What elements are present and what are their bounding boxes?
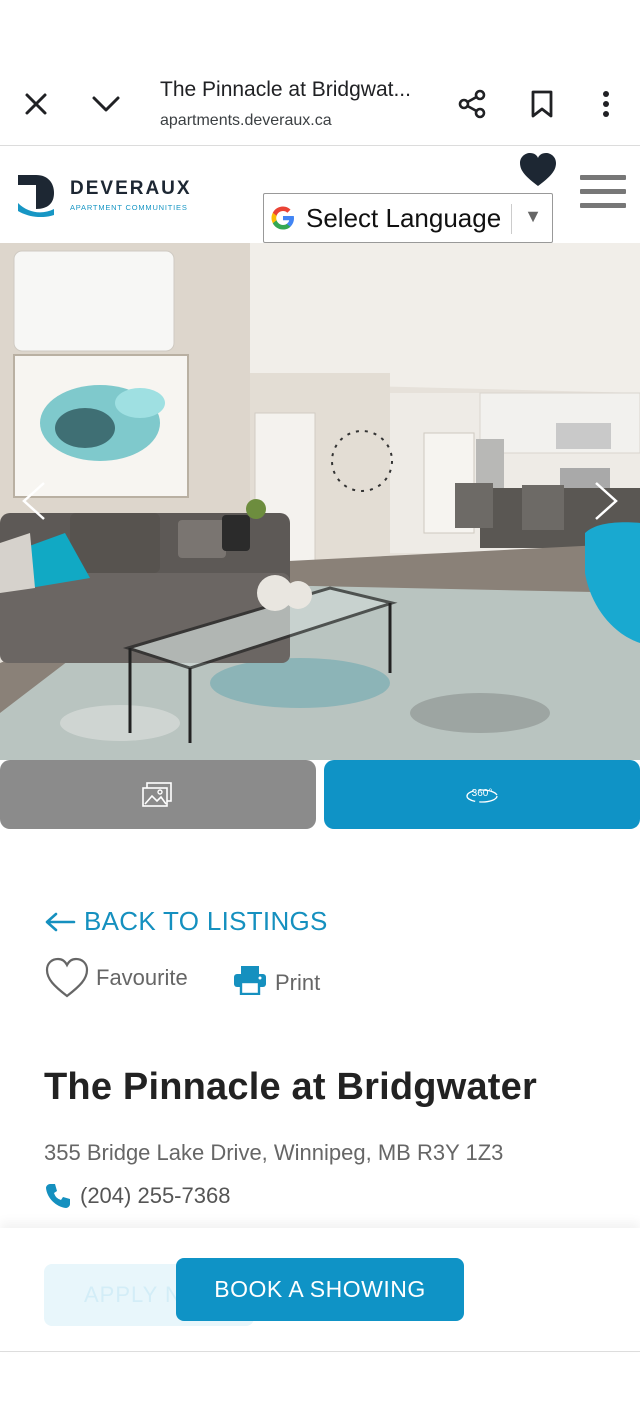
arrow-left-icon	[45, 912, 76, 931]
book-a-showing-button[interactable]: BOOK A SHOWING	[176, 1258, 464, 1321]
print-button[interactable]: Print	[233, 964, 320, 996]
favourites-heart-icon[interactable]	[518, 151, 558, 191]
deveraux-logo[interactable]: DEVERAUX APARTMENT COMMUNITIES	[16, 173, 192, 217]
language-select[interactable]: Select Language ▼	[263, 193, 553, 243]
bookmark-icon[interactable]	[520, 82, 564, 126]
carousel-prev-icon[interactable]	[10, 479, 54, 523]
select-divider	[511, 204, 512, 234]
browser-page-title: The Pinnacle at Bridgwat...	[160, 78, 411, 101]
close-icon[interactable]	[14, 82, 58, 126]
property-address: 355 Bridge Lake Drive, Winnipeg, MB R3Y …	[44, 1140, 504, 1165]
back-to-listings-label: BACK TO LISTINGS	[84, 906, 328, 936]
hamburger-menu-icon[interactable]	[580, 175, 626, 213]
photos-button[interactable]	[0, 760, 316, 829]
site-header: DEVERAUX APARTMENT COMMUNITIES Select La…	[0, 147, 640, 243]
carousel-next-icon[interactable]	[586, 479, 630, 523]
heart-outline-icon	[45, 957, 89, 998]
hero-carousel[interactable]	[0, 243, 640, 760]
language-select-label: Select Language	[306, 202, 502, 233]
dropdown-arrow-icon: ▼	[524, 206, 542, 226]
virtual-tour-button[interactable]: 360°	[324, 760, 640, 829]
print-label: Print	[275, 970, 321, 995]
360-view-icon: 360°	[466, 788, 498, 803]
favourite-button[interactable]: Favourite	[44, 956, 188, 1000]
cta-bar: APPLY N BOOK A SHOWING	[0, 1228, 640, 1352]
phone-icon	[46, 1184, 70, 1208]
image-gallery-icon	[142, 781, 172, 807]
browser-toolbar: The Pinnacle at Bridgwat... apartments.d…	[0, 60, 640, 146]
chevron-down-icon[interactable]	[84, 82, 128, 126]
google-g-icon	[266, 203, 300, 233]
back-to-listings-link[interactable]: BACK TO LISTINGS	[44, 906, 328, 937]
phone-link[interactable]: (204) 255-7368	[44, 1182, 230, 1210]
favourite-label: Favourite	[96, 965, 188, 990]
phone-number: (204) 255-7368	[80, 1183, 231, 1208]
share-icon[interactable]	[450, 82, 494, 126]
printer-icon	[234, 966, 266, 995]
browser-url[interactable]: apartments.deveraux.ca	[160, 112, 332, 130]
logo-tagline: APARTMENT COMMUNITIES	[70, 203, 188, 212]
deveraux-logo-mark-icon	[18, 175, 54, 217]
logo-name: DEVERAUX	[70, 178, 192, 199]
living-room-photo	[0, 243, 640, 760]
property-title: The Pinnacle at Bridgwater	[44, 1066, 537, 1108]
more-options-icon[interactable]	[586, 82, 626, 126]
